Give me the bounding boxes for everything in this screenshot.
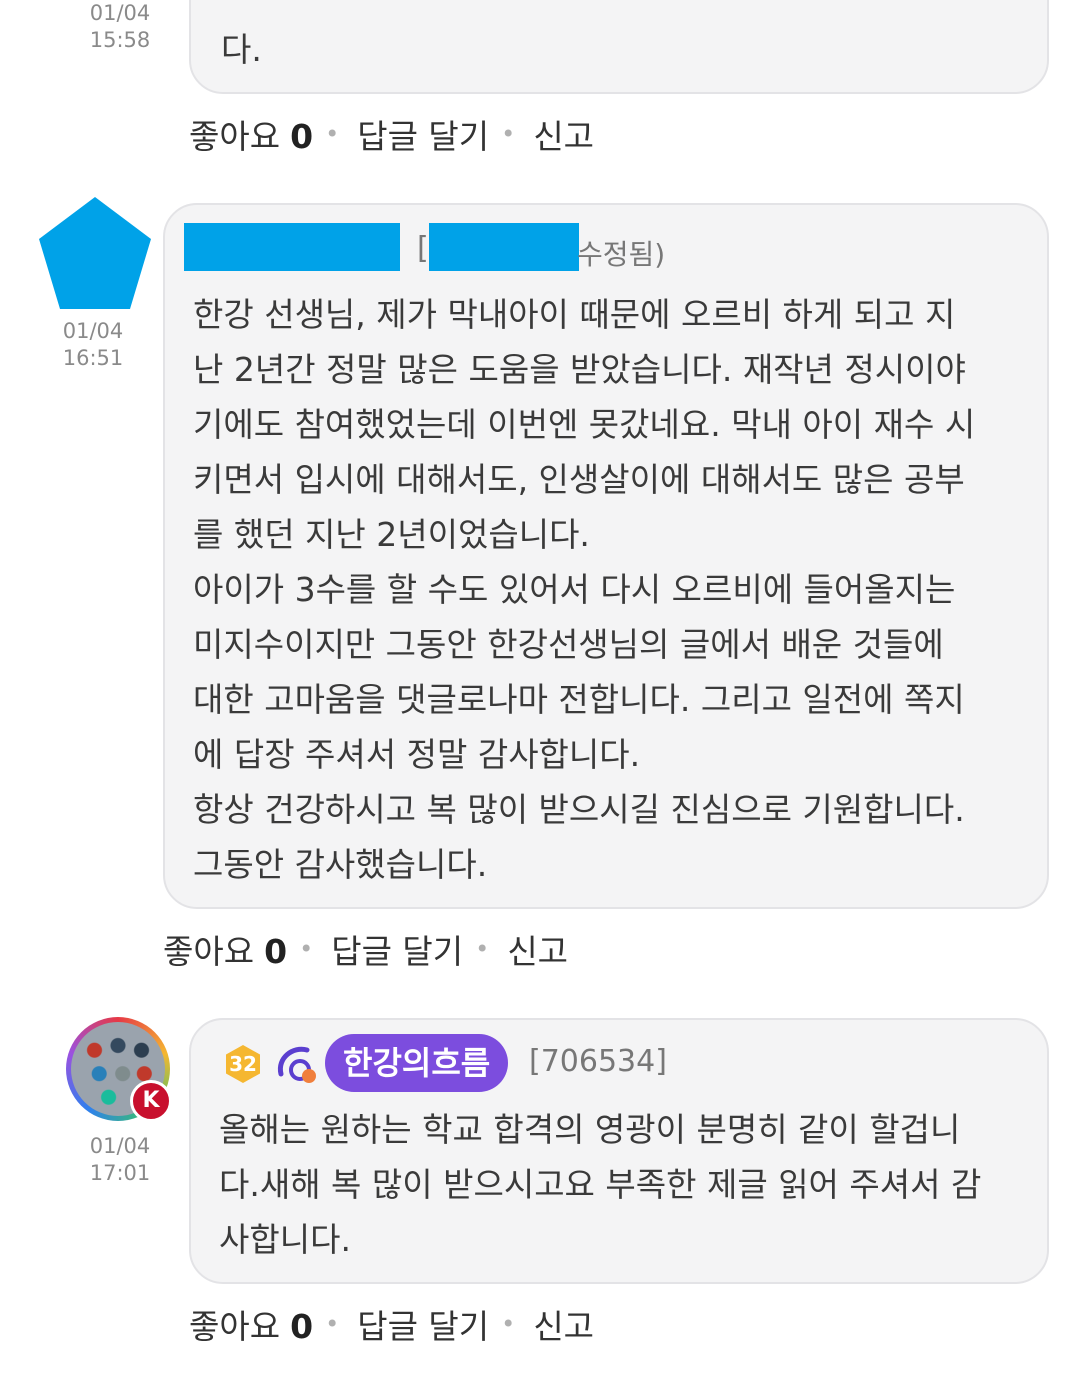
comment-3-avatar[interactable]: K bbox=[66, 1017, 174, 1125]
like-count: 0 bbox=[264, 932, 288, 971]
like-count: 0 bbox=[290, 117, 314, 156]
author-name-pill[interactable]: 한강의흐름 bbox=[325, 1034, 509, 1092]
separator-dot: • bbox=[501, 120, 516, 148]
report-button[interactable]: 신고 bbox=[533, 110, 594, 158]
separator-dot: • bbox=[325, 120, 340, 148]
comment-3-timestamp: 01/04 17:01 bbox=[80, 1133, 160, 1187]
comment-body: 다. bbox=[221, 30, 262, 69]
comment-1-timestamp: 01/04 15:58 bbox=[80, 0, 160, 54]
comment-3-bubble: 32 한강의흐름 [706534] 올해는 원하는 학교 합격의 영광이 분명히… bbox=[189, 1018, 1049, 1284]
like-button[interactable]: 좋아요 0 bbox=[189, 1300, 313, 1348]
like-count: 0 bbox=[290, 1307, 314, 1346]
report-button[interactable]: 신고 bbox=[507, 925, 568, 973]
like-button[interactable]: 좋아요 0 bbox=[189, 110, 313, 158]
orbi-emblem-icon bbox=[273, 1040, 321, 1088]
report-button[interactable]: 신고 bbox=[533, 1300, 594, 1348]
comment-date: 01/04 bbox=[89, 1134, 151, 1158]
reply-button[interactable]: 답글 달기 bbox=[357, 110, 489, 158]
redacted-username bbox=[184, 223, 400, 271]
separator-dot: • bbox=[475, 935, 490, 963]
redacted-user-id bbox=[429, 223, 579, 271]
user-id: [706534] bbox=[529, 1044, 667, 1079]
comment-1-actions: 좋아요 0 • 답글 달기 • 신고 bbox=[189, 110, 594, 158]
comment-time: 16:51 bbox=[62, 346, 124, 370]
comment-2-timestamp: 01/04 16:51 bbox=[53, 318, 133, 372]
comment-date: 01/04 bbox=[62, 319, 124, 343]
reply-button[interactable]: 답글 달기 bbox=[357, 1300, 489, 1348]
avatar-k-badge: K bbox=[130, 1080, 172, 1122]
comment-3-actions: 좋아요 0 • 답글 달기 • 신고 bbox=[189, 1300, 594, 1348]
comment-body: 올해는 원하는 학교 합격의 영광이 분명히 같이 할겁니 다.새해 복 많이 … bbox=[219, 1110, 982, 1259]
comment-time: 17:01 bbox=[89, 1161, 151, 1185]
comment-body: 한강 선생님, 제가 막내아이 때문에 오르비 하게 되고 지 난 2년간 정말… bbox=[193, 295, 976, 884]
separator-dot: • bbox=[325, 1310, 340, 1338]
pentagon-avatar-icon bbox=[39, 197, 151, 309]
reply-button[interactable]: 답글 달기 bbox=[331, 925, 463, 973]
comment-2-actions: 좋아요 0 • 답글 달기 • 신고 bbox=[163, 925, 568, 973]
comment-1-bubble: 다. bbox=[189, 0, 1049, 94]
separator-dot: • bbox=[501, 1310, 516, 1338]
level-badge: 32 bbox=[223, 1044, 263, 1084]
comment-time: 15:58 bbox=[89, 28, 151, 52]
comment-header-bracket: [ bbox=[417, 231, 429, 266]
comment-date: 01/04 bbox=[89, 1, 151, 25]
separator-dot: • bbox=[299, 935, 314, 963]
comment-2-bubble: [ 수정됨) 한강 선생님, 제가 막내아이 때문에 오르비 하게 되고 지 난… bbox=[163, 203, 1049, 909]
edited-label: 수정됨) bbox=[577, 238, 666, 271]
comment-2-avatar[interactable] bbox=[37, 195, 153, 311]
like-button[interactable]: 좋아요 0 bbox=[163, 925, 287, 973]
